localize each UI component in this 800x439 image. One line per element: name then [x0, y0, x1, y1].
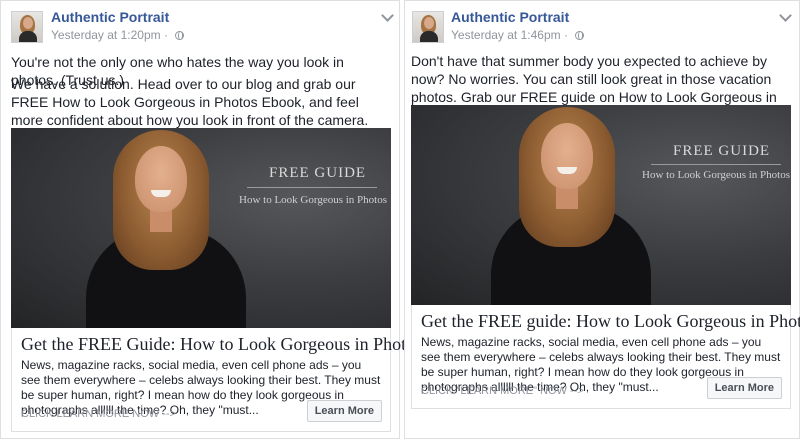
avatar-body — [420, 31, 438, 42]
facebook-post: Authentic Portrait Yesterday at 1:46pm ·… — [404, 0, 800, 439]
link-title[interactable]: Get the FREE guide: How to Look Gorgeous… — [421, 311, 800, 332]
image-overlay-title: FREE GUIDE — [269, 165, 367, 181]
link-cta-text: CLICK "LEARN MORE" NOW --> — [421, 385, 584, 397]
post-timestamp[interactable]: Yesterday at 1:46pm · — [451, 28, 585, 42]
link-preview-card[interactable]: Get the FREE Guide: How to Look Gorgeous… — [11, 328, 422, 432]
dot-separator: · — [563, 28, 572, 42]
portrait-face — [541, 123, 593, 189]
globe-icon — [575, 31, 585, 40]
chevron-down-icon[interactable] — [779, 9, 792, 22]
page-avatar[interactable] — [412, 11, 444, 43]
link-preview-image[interactable]: FREE GUIDE How to Look Gorgeous in Photo… — [411, 105, 791, 305]
link-preview-card[interactable]: Get the FREE guide: How to Look Gorgeous… — [411, 305, 800, 409]
timestamp-text[interactable]: Yesterday at 1:20pm — [51, 28, 161, 42]
image-overlay-subtitle: How to Look Gorgeous in Photos — [642, 169, 790, 181]
link-title[interactable]: Get the FREE Guide: How to Look Gorgeous… — [21, 334, 422, 355]
page-name-link[interactable]: Authentic Portrait — [451, 9, 569, 25]
link-cta-text: CLICK LEARN MORE NOW --> — [21, 408, 176, 420]
link-preview-image[interactable]: FREE GUIDE How to Look Gorgeous in Photo… — [11, 128, 391, 328]
image-overlay-subtitle: How to Look Gorgeous in Photos — [239, 194, 387, 206]
image-overlay-divider — [651, 164, 781, 165]
image-overlay-divider — [247, 187, 377, 188]
timestamp-text[interactable]: Yesterday at 1:46pm — [451, 28, 561, 42]
chevron-down-icon[interactable] — [381, 9, 394, 22]
image-overlay-title: FREE GUIDE — [673, 143, 771, 159]
learn-more-button[interactable]: Learn More — [306, 400, 382, 422]
page-name-link[interactable]: Authentic Portrait — [51, 9, 169, 25]
avatar-body — [19, 31, 37, 42]
page-avatar[interactable] — [11, 11, 43, 43]
post-text-paragraph: We have a solution. Head over to our blo… — [11, 76, 369, 128]
portrait-face — [135, 146, 187, 212]
facebook-post: Authentic Portrait Yesterday at 1:20pm ·… — [0, 0, 422, 439]
post-timestamp[interactable]: Yesterday at 1:20pm · — [51, 28, 185, 42]
learn-more-button[interactable]: Learn More — [706, 377, 782, 399]
globe-icon — [175, 31, 185, 40]
dot-separator: · — [163, 28, 172, 42]
avatar-face — [424, 17, 434, 29]
avatar-face — [23, 17, 33, 29]
